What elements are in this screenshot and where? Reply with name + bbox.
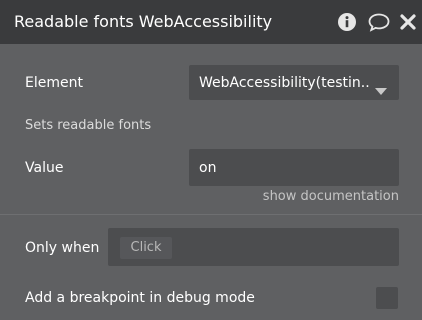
chevron-down-icon bbox=[375, 80, 387, 95]
value-input-text: on bbox=[199, 160, 217, 176]
element-label: Element bbox=[25, 75, 83, 91]
panel-title: Readable fonts WebAccessibility bbox=[14, 12, 273, 31]
action-description: Sets readable fonts bbox=[25, 118, 152, 133]
only-when-click-placeholder[interactable]: Click bbox=[120, 237, 172, 259]
value-label: Value bbox=[25, 160, 64, 176]
close-icon[interactable] bbox=[399, 12, 417, 32]
comment-icon[interactable] bbox=[367, 12, 391, 32]
breakpoint-checkbox[interactable] bbox=[376, 287, 398, 309]
show-documentation-link[interactable]: show documentation bbox=[263, 188, 399, 206]
element-dropdown-value: WebAccessibility(testin... bbox=[199, 75, 371, 91]
info-icon[interactable] bbox=[337, 12, 357, 32]
value-input[interactable]: on bbox=[189, 149, 399, 186]
panel-header: Readable fonts WebAccessibility bbox=[0, 0, 422, 44]
breakpoint-label: Add a breakpoint in debug mode bbox=[25, 290, 255, 306]
only-when-label: Only when bbox=[25, 240, 100, 256]
element-dropdown[interactable]: WebAccessibility(testin... bbox=[189, 65, 399, 100]
section-divider bbox=[0, 214, 422, 215]
